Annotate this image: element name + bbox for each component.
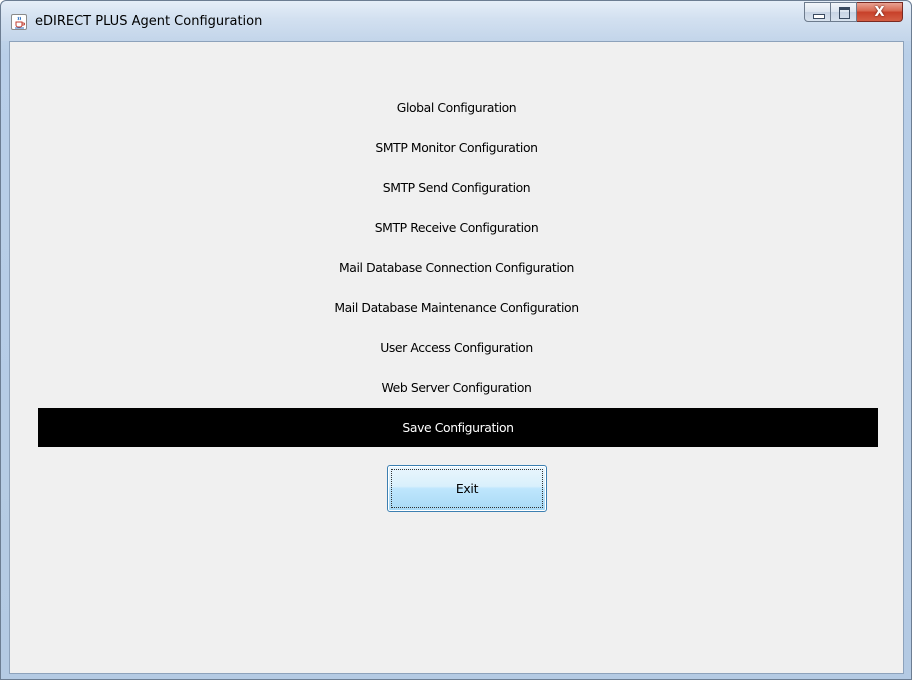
menu-item-web-server-configuration[interactable]: Web Server Configuration (10, 377, 903, 399)
application-window: eDIRECT PLUS Agent Configuration X Globa… (0, 0, 912, 680)
menu-item-smtp-receive-configuration[interactable]: SMTP Receive Configuration (10, 217, 903, 239)
java-cup-icon[interactable] (11, 14, 27, 30)
menu-item-mail-database-connection-configuration[interactable]: Mail Database Connection Configuration (10, 257, 903, 279)
maximize-button[interactable] (831, 2, 857, 22)
minimize-button[interactable] (804, 2, 831, 22)
menu-item-smtp-send-configuration[interactable]: SMTP Send Configuration (10, 177, 903, 199)
menu-item-user-access-configuration[interactable]: User Access Configuration (10, 337, 903, 359)
window-title: eDIRECT PLUS Agent Configuration (35, 14, 263, 29)
close-icon: X (874, 5, 885, 20)
exit-button-label: Exit (455, 481, 479, 496)
menu-item-smtp-monitor-configuration[interactable]: SMTP Monitor Configuration (10, 137, 903, 159)
window-controls: X (804, 2, 903, 22)
close-button[interactable]: X (857, 2, 903, 22)
menu-item-mail-database-maintenance-configuration[interactable]: Mail Database Maintenance Configuration (10, 297, 903, 319)
exit-button[interactable]: Exit (387, 465, 547, 512)
menu-item-save-configuration[interactable]: Save Configuration (38, 408, 878, 447)
config-menu-panel: Global Configuration SMTP Monitor Config… (9, 41, 904, 674)
menu-item-global-configuration[interactable]: Global Configuration (10, 97, 903, 119)
title-bar[interactable]: eDIRECT PLUS Agent Configuration X (1, 1, 911, 41)
